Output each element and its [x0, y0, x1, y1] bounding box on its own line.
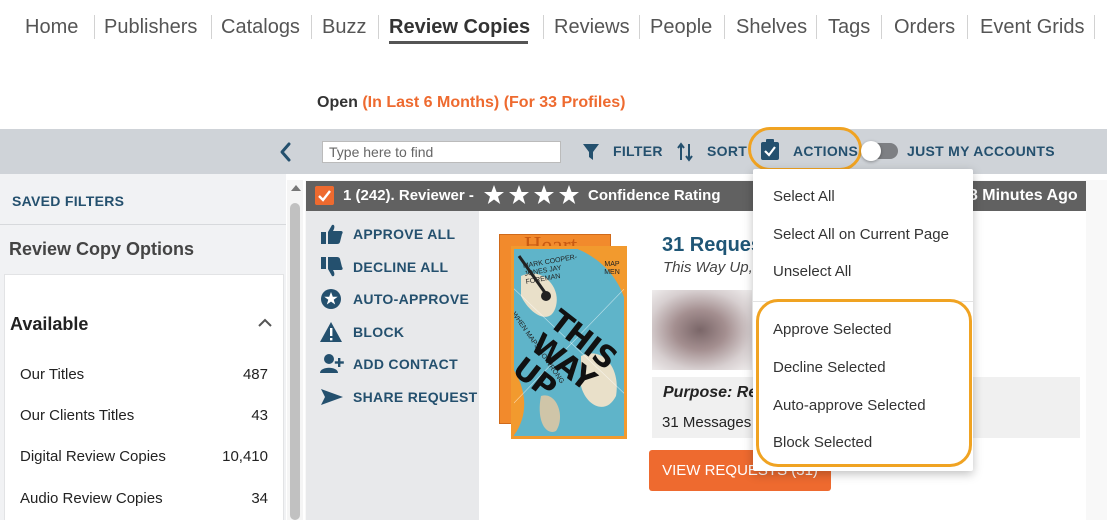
card-timestamp: 28 Minutes Ago	[960, 187, 1078, 204]
decline-all-label: DECLINE ALL	[353, 259, 449, 275]
just-my-accounts-toggle[interactable]	[861, 141, 898, 161]
scroll-up-arrow-icon[interactable]	[291, 185, 301, 191]
chevron-up-icon[interactable]	[257, 317, 273, 329]
star-icon	[484, 185, 504, 204]
nav-separator	[881, 15, 882, 39]
filter-our-clients-titles[interactable]: Our Clients Titles 43	[20, 407, 270, 424]
auto-approve-label: AUTO-APPROVE	[353, 291, 470, 307]
nav-reviews[interactable]: Reviews	[554, 14, 630, 40]
filter-count: 487	[242, 366, 268, 383]
nav-buzz[interactable]: Buzz	[322, 14, 366, 40]
sort-button[interactable]: SORT	[707, 143, 747, 159]
filter-label: Digital Review Copies	[20, 448, 166, 465]
search-input[interactable]	[322, 141, 561, 163]
nav-separator	[1094, 15, 1095, 39]
filter-digital-review-copies[interactable]: Digital Review Copies 10,410	[20, 448, 270, 465]
top-nav: Home Publishers Catalogs Buzz Review Cop…	[0, 0, 1107, 54]
timeframe-link[interactable]: (In Last 6 Months)	[362, 94, 499, 111]
messages-count[interactable]: 31 Messages	[662, 414, 751, 431]
selected-actions-highlight-annotation	[756, 299, 972, 467]
menu-select-all-current-page[interactable]: Select All on Current Page	[773, 226, 949, 243]
nav-tags[interactable]: Tags	[828, 14, 870, 40]
request-subtitle: This Way Up,	[663, 259, 753, 276]
share-arrow-icon	[321, 389, 343, 405]
nav-separator	[639, 15, 640, 39]
star-icon	[509, 185, 529, 204]
book-map-logo: MAP MEN	[604, 261, 620, 276]
nav-home[interactable]: Home	[25, 14, 78, 40]
star-icon	[559, 185, 579, 204]
avatar	[652, 290, 752, 370]
profiles-link[interactable]: (For 33 Profiles)	[504, 94, 626, 111]
menu-unselect-all[interactable]: Unselect All	[773, 263, 851, 280]
divider	[0, 224, 286, 225]
nav-separator	[311, 15, 312, 39]
nav-catalogs[interactable]: Catalogs	[221, 14, 300, 40]
review-copy-options-title: Review Copy Options	[9, 239, 195, 259]
nav-orders[interactable]: Orders	[894, 14, 955, 40]
request-title-link[interactable]: 31 Reques	[662, 234, 762, 257]
nav-shelves[interactable]: Shelves	[736, 14, 807, 40]
book-cover[interactable]: MARK COOPER-JONES JAY FOREMAN MAP MEN WH…	[511, 246, 627, 439]
star-rating	[484, 185, 579, 204]
warning-icon	[320, 322, 342, 342]
filter-label: Audio Review Copies	[20, 490, 163, 507]
nav-separator	[967, 15, 968, 39]
menu-select-all[interactable]: Select All	[773, 188, 835, 205]
star-badge-icon	[321, 289, 341, 309]
nav-separator	[94, 15, 95, 39]
saved-filters-link[interactable]: SAVED FILTERS	[12, 193, 124, 209]
nav-separator	[816, 15, 817, 39]
nav-people[interactable]: People	[650, 14, 712, 40]
filter-icon[interactable]	[582, 143, 600, 161]
filter-label: Our Titles	[20, 366, 85, 383]
star-icon	[534, 185, 554, 204]
share-request-label: SHARE REQUEST	[353, 389, 478, 405]
filter-label: Our Clients Titles	[20, 407, 135, 424]
filter-audio-review-copies[interactable]: Audio Review Copies 34	[20, 490, 270, 507]
actions-highlight-annotation	[748, 127, 862, 171]
just-my-accounts-label[interactable]: JUST MY ACCOUNTS	[907, 143, 1055, 159]
thumbs-down-icon	[321, 257, 343, 277]
nav-separator	[211, 15, 212, 39]
nav-separator	[543, 15, 544, 39]
filter-count: 34	[251, 490, 268, 507]
nav-publishers[interactable]: Publishers	[104, 14, 197, 40]
sort-icon[interactable]	[676, 142, 694, 162]
status-line: Open (In Last 6 Months) (For 33 Profiles…	[317, 94, 626, 112]
approve-all-label: APPROVE ALL	[353, 226, 456, 242]
filter-button[interactable]: FILTER	[613, 143, 663, 159]
confidence-rating-label: Confidence Rating	[588, 187, 721, 204]
nav-separator	[724, 15, 725, 39]
purpose-label: Purpose: Re	[663, 384, 758, 401]
add-user-icon	[320, 354, 344, 373]
nav-event-grids[interactable]: Event Grids	[980, 14, 1084, 40]
add-contact-label: ADD CONTACT	[353, 356, 458, 372]
available-section	[4, 274, 284, 520]
block-label: BLOCK	[353, 324, 405, 340]
available-heading[interactable]: Available	[10, 314, 88, 335]
nav-separator	[378, 15, 379, 39]
card-select-checkbox[interactable]	[315, 186, 334, 205]
filter-count: 43	[251, 407, 268, 424]
scrollbar-thumb[interactable]	[290, 203, 300, 520]
nav-active-underline	[389, 41, 528, 44]
filter-count: 10,410	[222, 448, 268, 465]
card-reviewer-label: 1 (242). Reviewer -	[343, 187, 474, 204]
chevron-left-icon[interactable]	[276, 140, 296, 164]
toggle-knob	[861, 141, 881, 161]
filter-our-titles[interactable]: Our Titles 487	[20, 366, 270, 383]
status-open: Open	[317, 94, 358, 111]
nav-review-copies[interactable]: Review Copies	[389, 14, 530, 40]
thumbs-up-icon	[321, 224, 343, 244]
review-copies-page: Home Publishers Catalogs Buzz Review Cop…	[0, 0, 1107, 520]
